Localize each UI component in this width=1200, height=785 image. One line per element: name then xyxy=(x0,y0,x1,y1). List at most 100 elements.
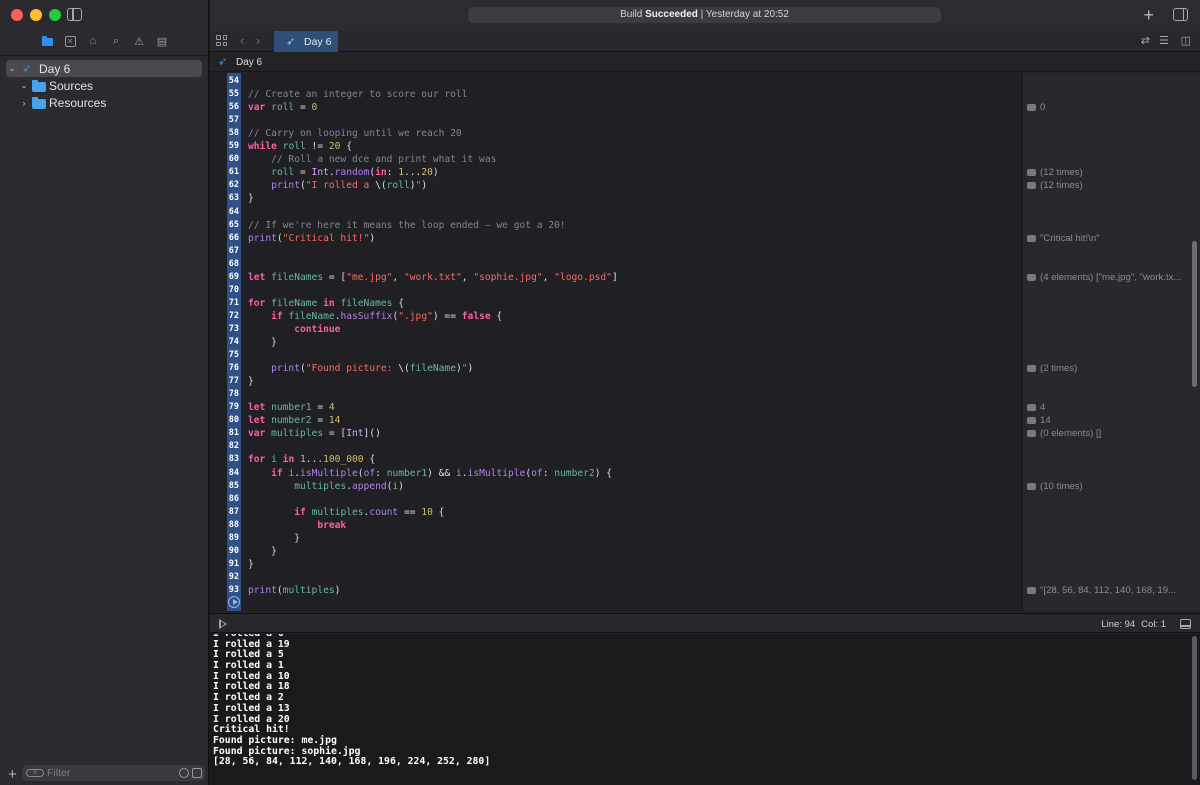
inspector-toggle-icon[interactable] xyxy=(1173,8,1188,21)
chevron-down-icon[interactable]: ⌄ xyxy=(6,63,18,74)
tree-item-day6[interactable]: ⌄ ➶ Day 6 xyxy=(6,60,202,77)
add-file-button[interactable]: + xyxy=(8,766,20,783)
recent-files-icon[interactable] xyxy=(179,768,189,778)
vertical-scrollbar[interactable] xyxy=(1192,241,1197,387)
warning-icon[interactable]: ⚠ xyxy=(131,33,147,49)
code-line[interactable]: 66 print("Critical hit!") xyxy=(210,232,1022,245)
code-line[interactable]: 59 while roll != 20 { xyxy=(210,140,1022,153)
code-line[interactable]: 85 multiples.append(i) xyxy=(210,480,1022,493)
filter-options-icon[interactable]: ≡ xyxy=(26,769,44,777)
code-line[interactable]: 79 let number1 = 4 xyxy=(210,401,1022,414)
code-line[interactable]: 89 } xyxy=(210,532,1022,545)
quick-look-icon[interactable] xyxy=(1027,104,1036,112)
quick-look-icon[interactable] xyxy=(1027,417,1036,425)
code-line[interactable]: 80 let number2 = 14 xyxy=(210,414,1022,427)
library-plus-button[interactable]: + xyxy=(1143,5,1154,26)
code-line[interactable]: 93 print(multiples) xyxy=(210,584,1022,597)
minimize-window-button[interactable] xyxy=(30,9,42,21)
code-line[interactable]: 64 xyxy=(210,206,1022,219)
code-line[interactable]: 92 xyxy=(210,571,1022,584)
code-review-icon[interactable]: ⇄ xyxy=(1141,34,1150,47)
result-item[interactable]: (12 times) xyxy=(1027,179,1187,192)
code-line[interactable]: 67 xyxy=(210,245,1022,258)
result-item[interactable]: "[28, 56, 84, 112, 140, 168, 19... xyxy=(1027,584,1187,597)
code-line[interactable]: 72 if fileName.hasSuffix(".jpg") == fals… xyxy=(210,310,1022,323)
code-line[interactable]: 58 // Carry on looping until we reach 20 xyxy=(210,127,1022,140)
quick-look-icon[interactable] xyxy=(1027,365,1036,373)
code-line[interactable]: 78 xyxy=(210,388,1022,401)
result-item[interactable]: (10 times) xyxy=(1027,480,1187,493)
debug-console[interactable]: I rolled a 6I rolled a 19I rolled a 5I r… xyxy=(210,634,1200,785)
code-line[interactable]: 90 } xyxy=(210,545,1022,558)
code-line[interactable]: 56 var roll = 0 xyxy=(210,101,1022,114)
close-window-button[interactable] xyxy=(11,9,23,21)
tab-day6[interactable]: ➶ Day 6 xyxy=(274,31,338,52)
result-item[interactable]: (12 times) xyxy=(1027,166,1187,179)
code-line[interactable]: 54 xyxy=(210,75,1022,88)
chevron-down-icon[interactable]: ⌄ xyxy=(18,80,30,91)
code-line[interactable]: 70 xyxy=(210,284,1022,297)
search-icon[interactable]: ⌕ xyxy=(108,33,124,49)
quick-look-icon[interactable] xyxy=(1027,404,1036,412)
code-line[interactable]: 77} xyxy=(210,375,1022,388)
quick-look-icon[interactable] xyxy=(1027,430,1036,438)
editor-options-icon[interactable]: ☰ xyxy=(1159,34,1169,47)
quick-look-icon[interactable] xyxy=(1027,273,1036,281)
quick-look-icon[interactable] xyxy=(1027,234,1036,242)
run-playground-icon[interactable] xyxy=(228,596,240,608)
result-item[interactable]: 14 xyxy=(1027,414,1187,427)
code-line[interactable]: 62 print("I rolled a \(roll)") xyxy=(210,179,1022,192)
folder-icon[interactable] xyxy=(39,33,55,49)
execute-icon[interactable] xyxy=(219,619,227,629)
quick-look-icon[interactable] xyxy=(1027,169,1036,177)
console-scrollbar[interactable] xyxy=(1192,636,1197,780)
result-item[interactable]: 4 xyxy=(1027,401,1187,414)
code-line[interactable]: 69 let fileNames = ["me.jpg", "work.txt",… xyxy=(210,271,1022,284)
quick-look-icon[interactable] xyxy=(1027,482,1036,490)
code-line[interactable]: 57 xyxy=(210,114,1022,127)
code-line[interactable]: 86 xyxy=(210,493,1022,506)
code-line[interactable]: 73 continue xyxy=(210,323,1022,336)
code-line[interactable]: 81 var multiples = [Int]() xyxy=(210,427,1022,440)
code-line[interactable]: 65 // If we're here it means the loop end… xyxy=(210,219,1022,232)
result-item[interactable]: (4 elements) ["me.jpg", "work.tx... xyxy=(1027,271,1187,284)
zoom-window-button[interactable] xyxy=(49,9,61,21)
code-line[interactable]: 71 for fileName in fileNames { xyxy=(210,297,1022,310)
code-line[interactable]: 61 roll = Int.random(in: 1...20) xyxy=(210,166,1022,179)
activity-status[interactable]: Build Succeeded | Yesterday at 20:52 xyxy=(468,7,941,23)
chevron-right-icon[interactable]: › xyxy=(18,98,30,108)
back-arrow-icon[interactable]: ‹ xyxy=(240,33,244,48)
code-line[interactable]: 76 print("Found picture: \(fileName)") xyxy=(210,362,1022,375)
code-line[interactable]: 91} xyxy=(210,558,1022,571)
symbol-icon[interactable]: ⌂ xyxy=(85,33,101,49)
code-line[interactable]: 88 break xyxy=(210,519,1022,532)
tree-item-resources[interactable]: › Resources xyxy=(6,94,202,111)
code-line[interactable]: 68 xyxy=(210,258,1022,271)
result-item[interactable]: "Critical hit!\n" xyxy=(1027,232,1187,245)
code-line[interactable]: 60 // Roll a new dce and print what it w… xyxy=(210,153,1022,166)
code-line[interactable]: 63} xyxy=(210,192,1022,205)
code-line[interactable]: 83 for i in 1...100_000 { xyxy=(210,453,1022,466)
source-editor[interactable]: 54 55 // Create an integer to score our ro… xyxy=(210,73,1200,611)
split-editor-icon[interactable]: ◫ xyxy=(1181,34,1191,47)
source-control-icon[interactable]: × xyxy=(62,33,78,49)
quick-look-icon[interactable] xyxy=(1027,586,1036,594)
filter-field[interactable]: ≡ Filter xyxy=(22,765,205,781)
code-line[interactable]: 74 } xyxy=(210,336,1022,349)
source-control-filter-icon[interactable] xyxy=(192,768,202,778)
forward-arrow-icon[interactable]: › xyxy=(256,33,260,48)
console-toggle-icon[interactable] xyxy=(1180,619,1191,629)
result-item[interactable]: (2 times) xyxy=(1027,362,1187,375)
code-line[interactable]: 82 xyxy=(210,440,1022,453)
result-item[interactable]: (0 elements) [] xyxy=(1027,427,1187,440)
code-line[interactable]: 55 // Create an integer to score our roll xyxy=(210,88,1022,101)
sidebar-toggle-icon[interactable] xyxy=(67,8,82,21)
quick-look-icon[interactable] xyxy=(1027,182,1036,190)
jump-bar[interactable]: ➶ Day 6 xyxy=(210,53,1200,72)
code-line[interactable]: 84 if i.isMultiple(of: number1) && i.isM… xyxy=(210,467,1022,480)
code-line[interactable]: 87 if multiples.count == 10 { xyxy=(210,506,1022,519)
related-items-icon[interactable] xyxy=(216,35,227,46)
tree-item-sources[interactable]: ⌄ Sources xyxy=(6,77,202,94)
report-icon[interactable]: ▤ xyxy=(154,33,170,49)
code-line[interactable]: 75 xyxy=(210,349,1022,362)
